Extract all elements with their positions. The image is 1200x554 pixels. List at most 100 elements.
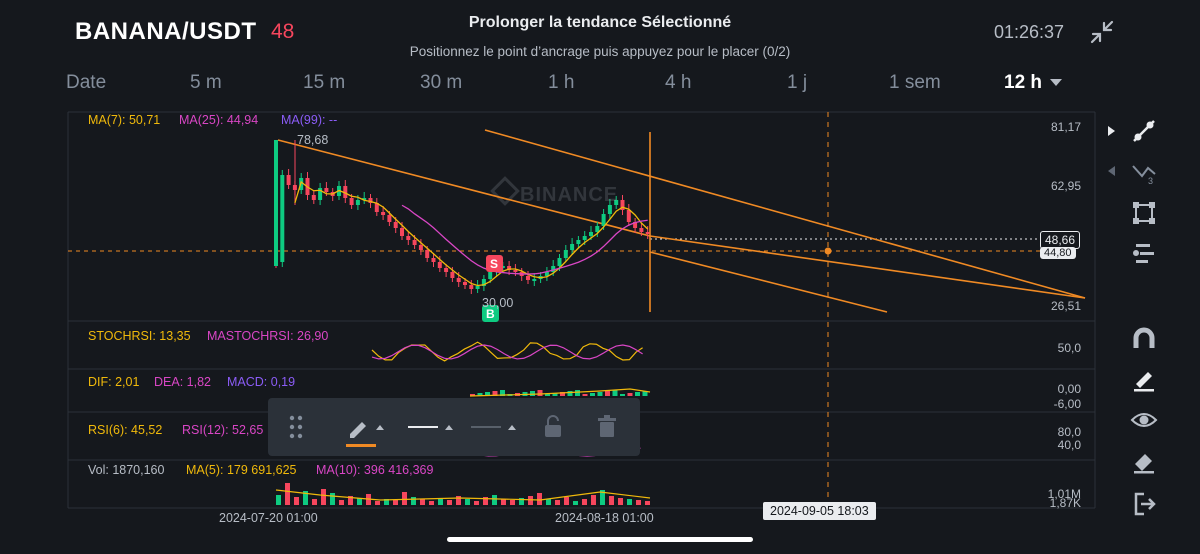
volume-bar <box>582 499 587 505</box>
low-price-label: 30,00 <box>482 296 514 310</box>
binance-watermark <box>490 176 520 206</box>
crosshair-point <box>824 247 832 255</box>
volume-bar <box>591 495 596 505</box>
macd-y-top: 0,00 <box>1057 382 1081 396</box>
vol-ma10-legend: MA(10): 396 416,369 <box>316 463 434 477</box>
volume-bar <box>447 500 452 505</box>
trash-icon[interactable] <box>597 415 617 439</box>
dif-legend: DIF: 2,01 <box>88 375 140 389</box>
volume-bar <box>339 500 344 505</box>
rsi12-legend: RSI(12): 52,65 <box>182 423 264 437</box>
macd-bar <box>567 391 573 396</box>
exit-icon[interactable] <box>1130 490 1158 518</box>
candle <box>633 218 638 233</box>
macd-bar <box>620 394 625 396</box>
ma99-legend: MA(99): -- <box>281 113 338 127</box>
volume-bar <box>276 495 281 505</box>
watermark-text: BINANCE <box>520 184 619 206</box>
candle <box>532 273 537 286</box>
fib-icon[interactable]: 3 <box>1130 158 1158 186</box>
x-date-1: 2024-07-20 01:00 <box>219 511 318 525</box>
candle <box>544 267 549 281</box>
stochrsi-legend: STOCHRSI: 13,35 <box>88 329 191 343</box>
selected-caret-icon <box>1108 126 1115 136</box>
drag-handle-icon[interactable] <box>288 414 304 440</box>
candlestick-series <box>274 140 650 294</box>
ma7-legend: MA(7): 50,71 <box>88 113 161 127</box>
eraser-icon[interactable] <box>1130 448 1158 476</box>
volume-bar <box>609 496 614 505</box>
vol-ma5-legend: MA(5): 179 691,625 <box>186 463 297 477</box>
macd-legend: MACD: 0,19 <box>227 375 296 389</box>
candle <box>481 275 486 291</box>
trend-channel <box>277 129 1086 313</box>
y-label-mid: 62,95 <box>1050 179 1081 193</box>
volume-bar <box>321 489 326 505</box>
macd-bar <box>575 390 580 396</box>
volume-bar <box>645 501 650 505</box>
volume-bar <box>375 501 380 505</box>
volume-bar <box>357 498 362 505</box>
drawing-toolbar <box>268 398 640 456</box>
candle <box>406 232 411 245</box>
cursor-price-tag: 44,80 <box>1040 247 1076 259</box>
volume-bar <box>555 500 560 505</box>
volume-bar <box>546 499 551 505</box>
candle <box>343 180 348 203</box>
macd-bar <box>612 390 618 396</box>
pencil-icon[interactable] <box>346 414 388 448</box>
volume-bar <box>393 500 398 505</box>
volume-bar <box>285 483 290 505</box>
trend-line-icon[interactable] <box>1130 117 1158 145</box>
mastochrsi-legend: MASTOCHRSI: 26,90 <box>207 329 329 343</box>
position-icon[interactable] <box>1130 240 1158 268</box>
candle <box>362 192 367 204</box>
line-thin-icon[interactable] <box>471 420 519 434</box>
macd-bar <box>605 391 610 396</box>
lock-icon[interactable] <box>543 415 563 439</box>
volume-bar <box>411 497 416 505</box>
volume-bar <box>330 493 335 505</box>
y-label-low: 26,51 <box>1050 299 1081 313</box>
volume-bar <box>528 496 533 505</box>
rsi-y-top: 80,0 <box>1057 425 1081 439</box>
rectangle-icon[interactable] <box>1130 199 1158 227</box>
candle <box>620 195 625 215</box>
volume-bar <box>618 498 623 505</box>
candle <box>374 198 379 216</box>
candle <box>626 204 631 226</box>
macd-bar <box>597 392 603 396</box>
candle <box>280 170 285 267</box>
sell-marker-label[interactable]: S <box>490 257 498 271</box>
high-price-label: 78,68 <box>297 133 329 147</box>
candle <box>475 280 480 293</box>
volume-bar <box>537 493 542 505</box>
candle <box>318 183 323 205</box>
fib-caret-icon <box>1108 166 1115 176</box>
volume-bar <box>402 492 407 505</box>
volume-legend: Vol: 1870,160 <box>88 463 165 477</box>
line-solid-icon[interactable] <box>408 420 456 434</box>
volume-bar <box>465 499 470 505</box>
svg-text:3: 3 <box>1148 176 1153 186</box>
volume-bar <box>510 500 515 505</box>
candle <box>526 271 530 284</box>
magnet-icon[interactable] <box>1130 326 1158 354</box>
candle <box>274 140 296 266</box>
macd-bar <box>635 392 640 396</box>
macd-bar <box>590 393 595 396</box>
volume-bar <box>312 499 317 505</box>
chart-canvas[interactable] <box>0 0 1200 554</box>
macd-bar <box>627 393 633 396</box>
volume-bar <box>573 501 578 505</box>
candle <box>311 191 316 204</box>
volume-bar <box>627 499 632 505</box>
volume-bar <box>294 497 299 505</box>
volume-bar <box>429 501 434 505</box>
brush-icon[interactable] <box>1130 366 1158 394</box>
macd-bar <box>530 391 535 396</box>
eye-icon[interactable] <box>1130 406 1158 434</box>
ma25-legend: MA(25): 44,94 <box>179 113 259 127</box>
home-indicator[interactable] <box>447 537 753 542</box>
macd-y-bottom: -6,00 <box>1053 397 1081 411</box>
